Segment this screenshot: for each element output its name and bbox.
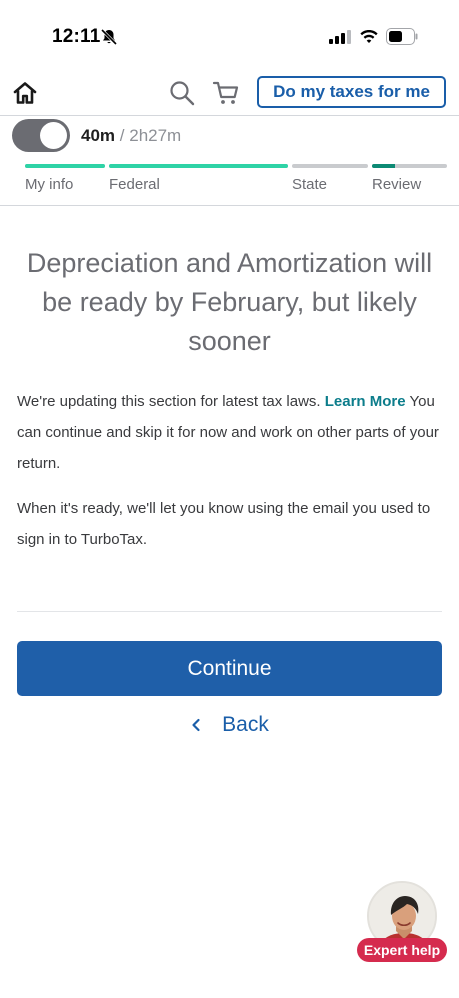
search-icon[interactable] xyxy=(168,79,196,107)
timer-toggle[interactable] xyxy=(12,119,70,152)
cart-icon[interactable] xyxy=(212,79,240,107)
timer-total: 2h27m xyxy=(129,126,182,145)
notify-paragraph: When it's ready, we'll let you know usin… xyxy=(17,500,431,548)
battery-icon xyxy=(386,28,418,45)
expert-help-badge[interactable]: Expert help xyxy=(357,938,447,962)
progress-segment-federal xyxy=(109,164,288,168)
app-header: Do my taxes for me xyxy=(0,72,459,116)
learn-more-link[interactable]: Learn More xyxy=(325,393,406,410)
page-title: Depreciation and Amortization will be re… xyxy=(26,248,433,356)
status-bar: 12:11 xyxy=(0,0,459,72)
timer-elapsed: 40m xyxy=(81,126,116,145)
bell-off-icon xyxy=(100,28,118,46)
expert-help-widget[interactable]: Expert help xyxy=(355,881,450,966)
divider xyxy=(17,611,442,612)
back-label: Back xyxy=(222,713,269,736)
continue-button[interactable]: Continue xyxy=(17,641,442,696)
signal-icon xyxy=(329,30,351,44)
progress-segment-review xyxy=(372,164,447,168)
toggle-knob xyxy=(40,122,67,149)
step-label-review[interactable]: Review xyxy=(372,176,421,193)
step-label-my-info[interactable]: My info xyxy=(25,176,73,193)
progress-fill-review xyxy=(372,164,395,168)
progress-fill-federal xyxy=(109,164,288,168)
progress-segment-my-info xyxy=(25,164,105,168)
wifi-icon xyxy=(360,30,378,43)
step-label-federal[interactable]: Federal xyxy=(109,176,160,193)
progress-fill-my-info xyxy=(25,164,105,168)
timer-separator: / xyxy=(119,126,125,145)
progress-tracker: My info Federal State Review xyxy=(0,164,459,206)
info-paragraph: We're updating this section for latest t… xyxy=(17,386,442,479)
timer-row: 40m / 2h27m xyxy=(0,118,459,156)
status-time: 12:11 xyxy=(52,26,101,47)
progress-segment-state xyxy=(292,164,368,168)
timer-text: 40m / 2h27m xyxy=(81,126,181,146)
chevron-left-icon xyxy=(192,718,200,732)
back-button[interactable]: Back xyxy=(0,709,459,741)
step-label-state[interactable]: State xyxy=(292,176,327,193)
info-text: We're updating this section for latest t… xyxy=(17,393,325,410)
do-my-taxes-button[interactable]: Do my taxes for me xyxy=(257,76,446,108)
home-icon[interactable] xyxy=(12,80,38,106)
